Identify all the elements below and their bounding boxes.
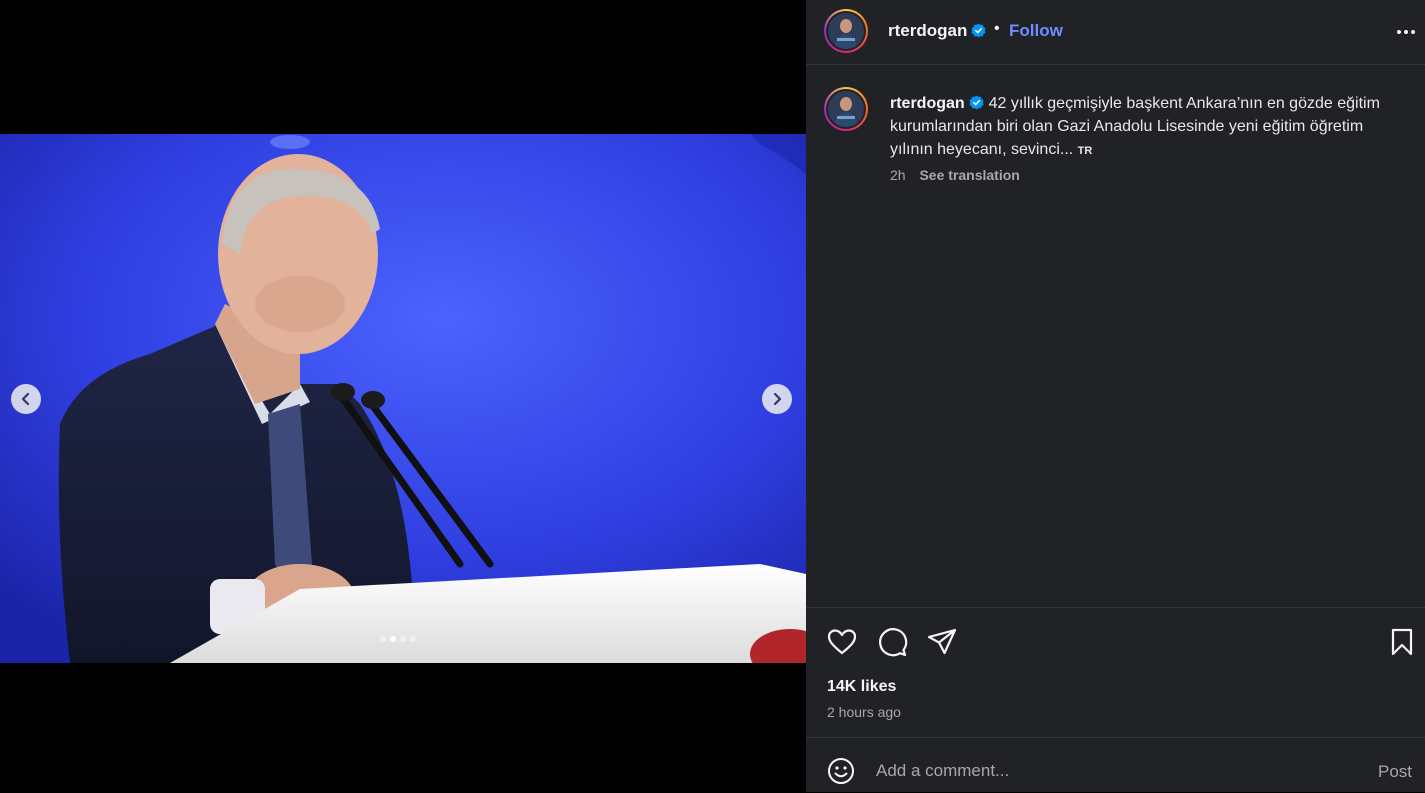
avatar[interactable] — [824, 9, 868, 53]
post-caption: rterdogan 42 yıllık geçmişiyle başkent A… — [890, 92, 1410, 163]
verified-badge-icon — [971, 23, 986, 38]
likes-count[interactable]: 14K likes — [827, 678, 896, 696]
caption-avatar[interactable] — [824, 87, 868, 131]
action-bar — [806, 607, 1425, 674]
carousel-dot — [400, 636, 406, 642]
next-photo-button[interactable] — [762, 384, 792, 414]
chevron-left-icon — [21, 392, 30, 406]
carousel-dot — [390, 636, 396, 642]
verified-badge-icon — [969, 94, 984, 110]
post-comment-button[interactable]: Post — [1378, 762, 1412, 782]
post-photo[interactable] — [0, 134, 806, 663]
comment-input[interactable] — [876, 758, 1336, 784]
carousel-indicator — [380, 636, 416, 642]
username[interactable]: rterdogan — [888, 21, 967, 41]
heart-icon[interactable] — [826, 626, 858, 658]
smiley-icon[interactable] — [826, 756, 856, 786]
caption-timestamp[interactable]: 2h — [890, 167, 906, 183]
carousel-dot — [410, 636, 416, 642]
media-pane — [0, 0, 806, 792]
comment-bubble-icon[interactable] — [876, 626, 908, 658]
caption-username[interactable]: rterdogan — [890, 95, 965, 112]
post-side-panel: rterdogan • Follow rterdogan 42 yıllık g… — [806, 0, 1425, 792]
post-timestamp[interactable]: 2 hours ago — [827, 704, 901, 720]
paper-plane-icon[interactable] — [926, 626, 958, 658]
more-options-icon[interactable] — [1394, 22, 1418, 42]
bookmark-icon[interactable] — [1386, 626, 1418, 658]
post-header: rterdogan • Follow — [806, 0, 1425, 65]
caption-language-tag: TR — [1077, 145, 1093, 157]
carousel-dot — [380, 636, 386, 642]
chevron-right-icon — [773, 392, 782, 406]
see-translation-link[interactable]: See translation — [919, 167, 1019, 183]
caption-meta: 2h See translation — [890, 167, 1020, 183]
previous-photo-button[interactable] — [11, 384, 41, 414]
separator-dot: • — [994, 20, 1000, 37]
follow-button[interactable]: Follow — [1009, 21, 1063, 41]
comment-bar: Post — [806, 737, 1425, 793]
